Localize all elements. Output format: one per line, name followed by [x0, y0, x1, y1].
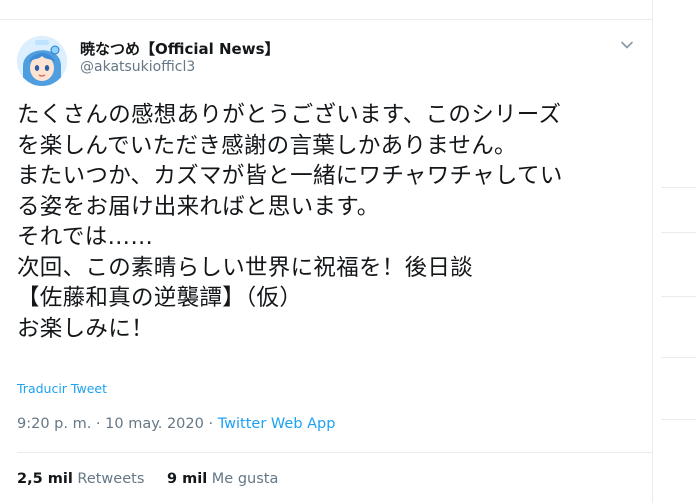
source-app-link[interactable]: Twitter Web App: [218, 416, 336, 432]
sidebar-divider: [661, 296, 696, 297]
author-handle[interactable]: @akatsukiofficl3: [80, 59, 195, 75]
sidebar-divider: [661, 419, 696, 420]
tweet-card: 暁なつめ【Official News】 @akatsukiofficl3 たくさ…: [0, 0, 652, 503]
sidebar-divider: [661, 232, 696, 233]
stats-divider: [17, 452, 652, 453]
right-sidebar: [653, 0, 696, 503]
likes-count: 9 mil: [167, 471, 208, 487]
avatar-illustration: [17, 36, 67, 86]
tweet-date[interactable]: 10 may. 2020: [105, 416, 204, 432]
tweet-time[interactable]: 9:20 p. m.: [17, 416, 91, 432]
chevron-down-icon[interactable]: [618, 36, 636, 54]
meta-separator: ·: [203, 416, 218, 432]
author-name[interactable]: 暁なつめ【Official News】: [80, 38, 280, 59]
avatar[interactable]: [17, 36, 67, 86]
retweets-stat[interactable]: 2,5 mil Retweets: [17, 471, 144, 487]
meta-separator: ·: [91, 416, 106, 432]
tweet-stats: 2,5 mil Retweets 9 mil Me gusta: [17, 471, 296, 487]
likes-label: Me gusta: [211, 471, 279, 487]
top-divider: [0, 19, 652, 20]
tweet-timestamp: 9:20 p. m. · 10 may. 2020 · Twitter Web …: [17, 416, 335, 432]
likes-stat[interactable]: 9 mil Me gusta: [167, 471, 278, 487]
tweet-text: たくさんの感想ありがとうございます、このシリーズ を楽しんでいただき感謝の言葉し…: [17, 102, 563, 342]
sidebar-divider: [661, 187, 696, 188]
retweets-label: Retweets: [77, 471, 145, 487]
retweets-count: 2,5 mil: [17, 471, 73, 487]
sidebar-divider: [661, 357, 696, 358]
translate-tweet-link[interactable]: Traducir Tweet: [17, 381, 107, 396]
